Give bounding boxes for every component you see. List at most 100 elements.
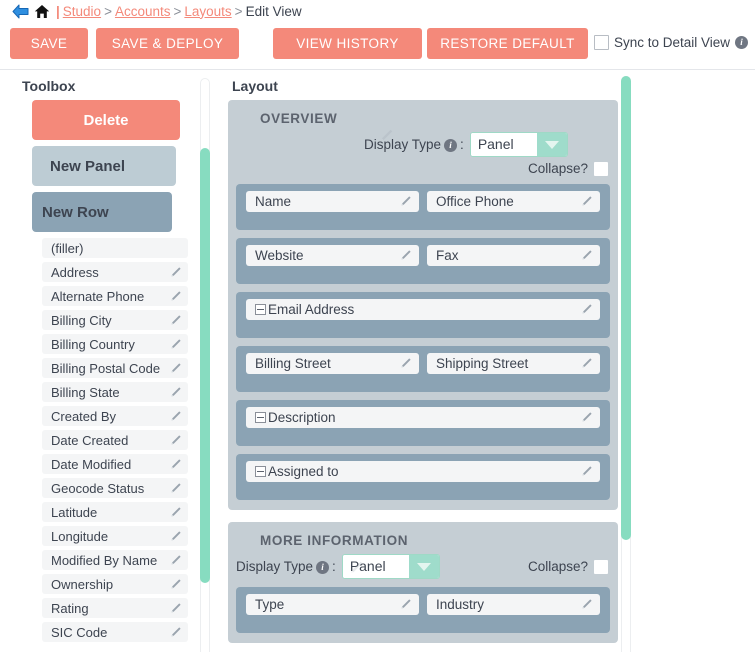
info-icon[interactable]: i <box>444 139 457 152</box>
chevron-down-icon[interactable] <box>409 555 439 578</box>
restore-default-button[interactable]: RESTORE DEFAULT <box>427 28 588 59</box>
layout-row[interactable]: Assigned to <box>236 454 610 500</box>
toolbox-field-label: Modified By Name <box>51 553 169 568</box>
breadcrumb-link-studio[interactable]: Studio <box>63 4 101 19</box>
sync-to-detail-view-checkbox[interactable] <box>594 35 609 50</box>
toolbox-field-item[interactable]: Modified By Name <box>42 550 188 570</box>
display-type-select[interactable]: Panel <box>470 132 568 157</box>
edit-pencil-icon[interactable] <box>399 598 412 611</box>
collapse-minus-icon[interactable] <box>255 304 266 315</box>
toolbox-field-item[interactable]: Address <box>42 262 188 282</box>
layout-field-cell[interactable]: Description <box>246 407 600 428</box>
layout-field-label: Type <box>255 597 399 612</box>
layout-row[interactable]: Website Fax <box>236 238 610 284</box>
edit-pencil-icon[interactable] <box>169 626 182 639</box>
new-panel-button[interactable]: New Panel <box>32 146 176 186</box>
layout-field-cell[interactable]: Email Address <box>246 299 600 320</box>
breadcrumb-pipe: | <box>56 4 60 19</box>
layout-field-cell[interactable]: Shipping Street <box>427 353 600 374</box>
layout-field-cell[interactable]: Assigned to <box>246 461 600 482</box>
toolbox-field-item[interactable]: Billing City <box>42 310 188 330</box>
save-button[interactable]: SAVE <box>10 28 88 59</box>
edit-pencil-icon[interactable] <box>169 338 182 351</box>
toolbox-field-item[interactable]: Billing Postal Code <box>42 358 188 378</box>
layout-field-cell[interactable]: Billing Street <box>246 353 419 374</box>
layout-field-cell[interactable]: Website <box>246 245 419 266</box>
toolbox-scrollbar-thumb[interactable] <box>200 148 210 583</box>
collapse-checkbox[interactable] <box>594 560 608 574</box>
collapse-minus-icon[interactable] <box>255 466 266 477</box>
layout-field-cell[interactable]: Name <box>246 191 419 212</box>
toolbox-field-item[interactable]: Rating <box>42 598 188 618</box>
save-and-deploy-button[interactable]: SAVE & DEPLOY <box>96 28 239 59</box>
edit-pencil-icon[interactable] <box>169 410 182 423</box>
toolbox-field-item[interactable]: Created By <box>42 406 188 426</box>
edit-pencil-icon[interactable] <box>169 386 182 399</box>
edit-pencil-icon[interactable] <box>169 314 182 327</box>
toolbox-field-item[interactable]: Billing Country <box>42 334 188 354</box>
edit-pencil-icon[interactable] <box>169 602 182 615</box>
breadcrumb-link-layouts[interactable]: Layouts <box>184 4 231 19</box>
home-icon[interactable] <box>34 4 50 19</box>
collapse-checkbox[interactable] <box>594 162 608 176</box>
edit-pencil-icon[interactable] <box>580 411 593 424</box>
edit-pencil-icon[interactable] <box>169 578 182 591</box>
edit-pencil-icon[interactable] <box>169 530 182 543</box>
new-row-button[interactable]: New Row <box>32 192 172 232</box>
edit-pencil-icon[interactable] <box>399 357 412 370</box>
edit-pencil-icon[interactable] <box>169 554 182 567</box>
layout-field-cell[interactable]: Office Phone <box>427 191 600 212</box>
panel-edit-pencil-icon[interactable] <box>348 560 364 576</box>
layout-field-cell[interactable]: Type <box>246 594 419 615</box>
breadcrumb-link-accounts[interactable]: Accounts <box>115 4 171 19</box>
toolbox-field-item[interactable]: SIC Code <box>42 622 188 642</box>
edit-pencil-icon[interactable] <box>399 249 412 262</box>
collapse-minus-icon[interactable] <box>255 412 266 423</box>
edit-pencil-icon[interactable] <box>169 362 182 375</box>
toolbox-field-item[interactable]: Date Created <box>42 430 188 450</box>
layout-scrollbar[interactable] <box>621 76 631 652</box>
view-history-button[interactable]: VIEW HISTORY <box>273 28 422 59</box>
layout-row[interactable]: Billing Street Shipping Street <box>236 346 610 392</box>
edit-pencil-icon[interactable] <box>169 266 182 279</box>
layout-row[interactable]: Type Industry <box>236 587 610 633</box>
layout-panel[interactable]: OVERVIEWDisplay Typei:PanelCollapse?Name… <box>228 100 618 510</box>
toolbox-field-item[interactable]: Alternate Phone <box>42 286 188 306</box>
edit-pencil-icon[interactable] <box>169 482 182 495</box>
delete-button[interactable]: Delete <box>32 100 180 140</box>
toolbox-field-item[interactable]: Geocode Status <box>42 478 188 498</box>
chevron-down-icon[interactable] <box>537 133 567 156</box>
sync-to-detail-view-label: Sync to Detail View <box>614 35 730 50</box>
toolbox-pane: Toolbox Delete New Panel New Row (filler… <box>0 70 200 651</box>
layout-scrollbar-thumb[interactable] <box>621 76 631 540</box>
layout-field-cell[interactable]: Industry <box>427 594 600 615</box>
edit-pencil-icon[interactable] <box>580 357 593 370</box>
layout-field-cell[interactable]: Fax <box>427 245 600 266</box>
layout-panel[interactable]: MORE INFORMATIONDisplay Typei:PanelColla… <box>228 522 618 643</box>
edit-pencil-icon[interactable] <box>169 290 182 303</box>
back-arrow-icon[interactable] <box>12 4 29 19</box>
edit-pencil-icon[interactable] <box>580 598 593 611</box>
edit-pencil-icon[interactable] <box>169 458 182 471</box>
panel-edit-pencil-icon[interactable] <box>378 128 394 144</box>
edit-pencil-icon[interactable] <box>169 434 182 447</box>
edit-pencil-icon[interactable] <box>399 195 412 208</box>
toolbox-field-item[interactable]: Longitude <box>42 526 188 546</box>
layout-row[interactable]: Description <box>236 400 610 446</box>
edit-pencil-icon[interactable] <box>169 506 182 519</box>
toolbox-scrollbar[interactable] <box>200 78 210 652</box>
toolbox-field-item[interactable]: (filler) <box>42 238 188 258</box>
toolbox-field-item[interactable]: Latitude <box>42 502 188 522</box>
layout-row[interactable]: Name Office Phone <box>236 184 610 230</box>
info-icon[interactable]: i <box>735 36 748 49</box>
edit-pencil-icon[interactable] <box>580 303 593 316</box>
layout-field-label: Email Address <box>268 302 580 317</box>
edit-pencil-icon[interactable] <box>580 465 593 478</box>
edit-pencil-icon[interactable] <box>580 195 593 208</box>
layout-row[interactable]: Email Address <box>236 292 610 338</box>
toolbox-field-item[interactable]: Date Modified <box>42 454 188 474</box>
toolbox-field-item[interactable]: Billing State <box>42 382 188 402</box>
info-icon[interactable]: i <box>316 561 329 574</box>
toolbox-field-item[interactable]: Ownership <box>42 574 188 594</box>
edit-pencil-icon[interactable] <box>580 249 593 262</box>
